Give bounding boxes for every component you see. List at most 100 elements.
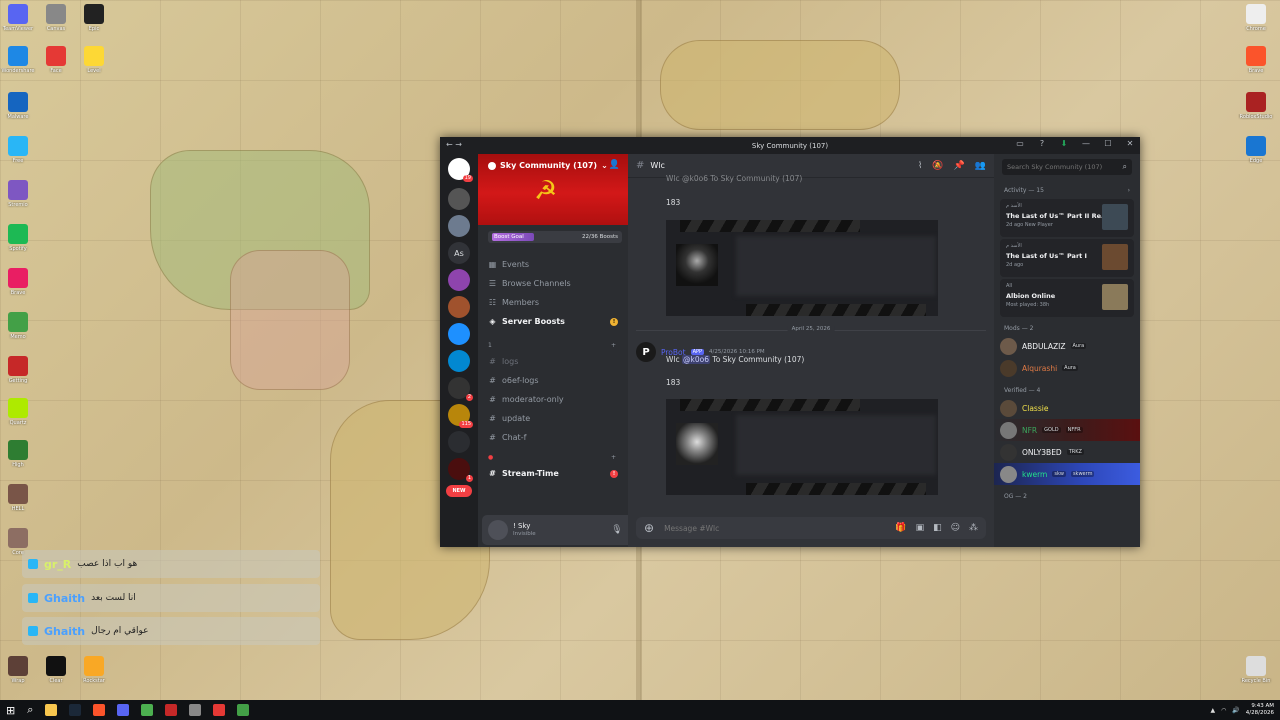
desktop-icon[interactable]: Epic [76,4,112,32]
steam-icon[interactable] [69,704,82,716]
app-icon[interactable] [213,704,226,716]
back-forward-icon[interactable]: ← → [446,140,462,149]
app-icon[interactable] [165,704,178,716]
folder-icon[interactable] [448,431,470,453]
desktop-icon[interactable]: Getting [0,356,36,384]
server-icon-text[interactable]: As [448,242,470,264]
server-icon[interactable] [448,269,470,291]
gift-icon[interactable]: 🎁 [895,523,906,533]
boost-goal[interactable]: Boost Goal 22/36 Boosts [488,231,622,243]
channel-item[interactable]: # Stream-Time! [478,464,628,483]
welcome-image[interactable] [666,399,938,495]
member-row[interactable]: ONLY3BED TRKZ [994,441,1140,463]
server-icon[interactable] [448,215,470,237]
welcome-image[interactable] [666,220,938,316]
server-name-dropdown[interactable]: Sky Community (107) ⌄ [488,161,608,170]
desktop-icon[interactable]: Brave [0,268,36,296]
brave-icon[interactable] [93,704,106,716]
channel-item[interactable]: # moderator-only [478,390,628,409]
chrome-icon[interactable] [141,704,154,716]
maximize-button[interactable]: ☐ [1102,139,1114,148]
message-input[interactable] [664,523,896,533]
user-mention[interactable]: @k0o6 [682,355,710,364]
search-input[interactable] [1007,163,1123,171]
server-icon[interactable]: 2 [448,377,473,401]
desktop-icon[interactable]: Face [38,46,74,74]
desktop-icon[interactable]: Malware [0,92,36,120]
activity-card[interactable]: All Albion Online Most played: 38h [1000,279,1134,317]
member-row[interactable]: Classie [994,397,1140,419]
invite-people-icon[interactable]: 👤 [609,160,620,170]
pin-icon[interactable]: 📌 [954,161,965,171]
channel-item[interactable]: # update [478,409,628,428]
microphone-icon[interactable]: 🎙 [611,525,622,535]
desktop-icon[interactable]: Clear [38,656,74,684]
desktop-icon[interactable]: Wrap [0,656,36,684]
mute-icon[interactable]: 🔕 [932,161,943,171]
file-explorer-icon[interactable] [45,704,58,716]
nav-server-boosts[interactable]: ◈ Server Boosts! [478,312,628,331]
member-row[interactable]: ABDULAZIZ Aura [994,335,1140,357]
tray-icon[interactable]: ▲ [1210,707,1215,714]
channel-item[interactable]: # o6ef-logs [478,371,628,390]
desktop-icon[interactable]: Brave [1238,46,1274,74]
desktop-icon[interactable]: Stremio [0,180,36,208]
desktop-icon[interactable]: Spotify [0,224,36,252]
windows-start-icon[interactable]: ⊞ [6,704,15,717]
new-badge[interactable]: NEW [446,485,472,497]
plus-icon[interactable]: + [611,454,616,461]
apps-icon[interactable]: ⁂ [969,523,978,533]
clock[interactable]: 9:43 AM 4/28/2026 [1246,703,1274,717]
emoji-icon[interactable]: ☺ [951,523,960,533]
category-header[interactable]: 1 + [478,339,628,352]
nav-events[interactable]: ▦ Events [478,255,628,274]
category-header[interactable]: ● + [478,451,628,464]
channel-item[interactable]: # logs [478,352,628,371]
inbox-icon[interactable]: ▭ [1014,139,1026,148]
desktop-icon[interactable]: Edge [1238,136,1274,164]
member-row[interactable]: Alqurashi Aura [994,357,1140,379]
sticker-icon[interactable]: ◧ [933,523,942,533]
desktop-icon[interactable]: Rockstar [76,656,112,684]
desktop-icon[interactable]: High [0,440,36,468]
discord-icon[interactable] [117,704,130,716]
desktop-icon[interactable]: Canvas [38,4,74,32]
desktop-icon[interactable]: Quartz [0,398,36,426]
channel-item[interactable]: # Chat-f [478,428,628,447]
wifi-icon[interactable]: ◠ [1221,707,1226,714]
plus-icon[interactable]: + [611,342,616,349]
desktop-icon[interactable]: HELL [0,484,36,512]
help-icon[interactable]: ? [1036,139,1048,148]
desktop-icon[interactable]: RobloxStudio [1238,92,1274,120]
app-icon[interactable] [237,704,250,716]
nav-members[interactable]: ☷ Members [478,293,628,312]
server-icon[interactable] [448,350,470,372]
activity-header[interactable]: Activity — 15 › [994,183,1140,197]
server-icon[interactable] [448,323,470,345]
member-row[interactable]: NFR GOLD NFFR [994,419,1140,441]
activity-card[interactable]: الأسد م The Last of Us™ Part II Re... 2d… [1000,199,1134,237]
server-icon[interactable]: 1 [448,458,473,482]
attach-plus-icon[interactable]: ⊕ [644,521,654,535]
desktop-icon[interactable]: TeamViewer [0,4,36,32]
member-row[interactable]: kwerm skw skwerm [994,463,1140,485]
activity-card[interactable]: الأسد م The Last of Us™ Part I 2d ago [1000,239,1134,277]
nav-browse-channels[interactable]: ☰ Browse Channels [478,274,628,293]
desktop-icon[interactable]: Recycle Bin [1238,656,1274,684]
threads-icon[interactable]: ⌇ [918,161,922,171]
desktop-icon[interactable]: Wondershare [0,46,36,74]
desktop-icon[interactable]: Free [0,136,36,164]
app-icon[interactable] [189,704,202,716]
minimize-button[interactable]: — [1080,139,1092,148]
server-icon[interactable] [448,296,470,318]
gif-icon[interactable]: ▣ [916,523,925,533]
server-icon[interactable] [448,188,470,210]
member-list-icon[interactable]: 👥 [975,161,986,171]
desktop-icon[interactable]: Memo [0,312,36,340]
desktop-icon[interactable]: Level [76,46,112,74]
close-button[interactable]: ✕ [1124,139,1136,148]
volume-icon[interactable]: 🔊 [1232,707,1239,714]
home-button[interactable]: 19 [448,158,473,182]
server-icon[interactable]: 115 [448,404,473,428]
avatar[interactable] [488,520,508,540]
